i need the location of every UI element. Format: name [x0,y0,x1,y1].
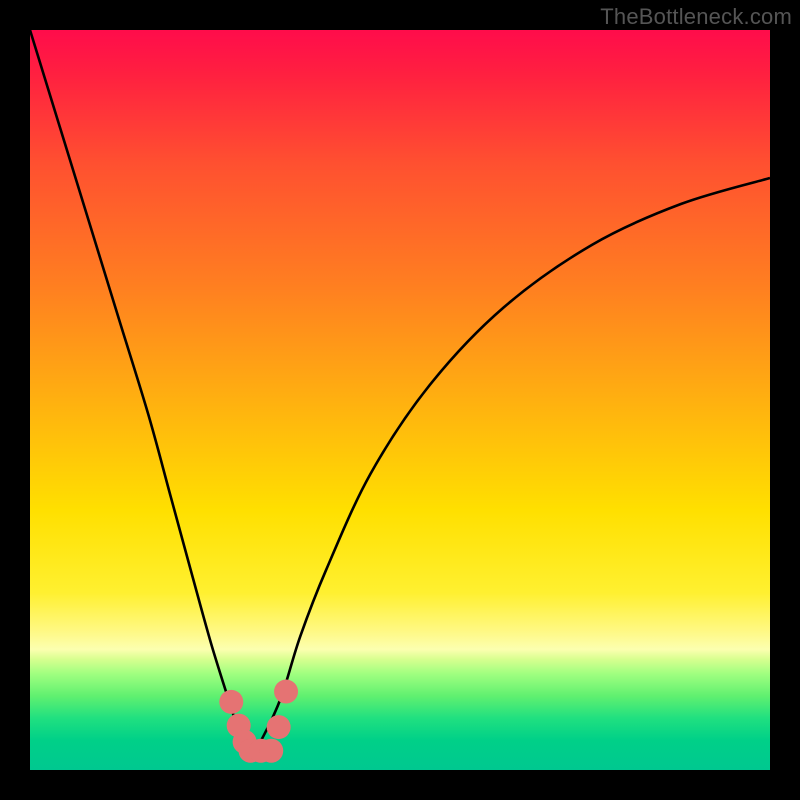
dot-bottom-c [259,739,283,763]
chart-area [30,30,770,770]
watermark-text: TheBottleneck.com [600,4,792,30]
marker-group [219,680,298,763]
dot-right-lower [267,715,291,739]
bottleneck-curve [30,30,770,752]
dot-left-upper [219,690,243,714]
bottleneck-chart-svg [30,30,770,770]
dot-right-upper [274,680,298,704]
